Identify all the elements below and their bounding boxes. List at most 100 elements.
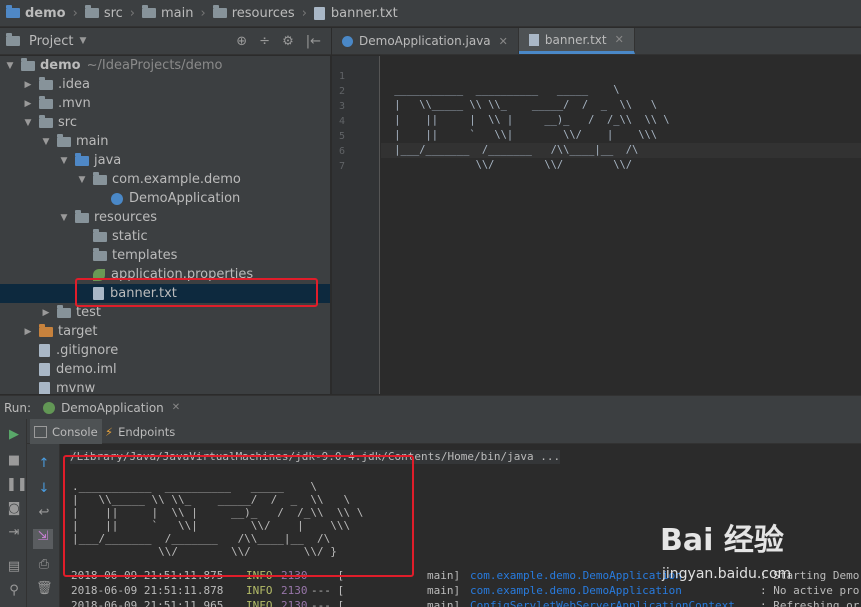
gear-icon[interactable]: ⚙ [282,34,294,49]
breadcrumb: demo › src › main › resources › banner.txt [0,0,861,27]
project-icon [6,33,20,46]
tree-item[interactable]: ▶ .mvn [0,94,330,113]
breadcrumb-item[interactable]: demo › [6,5,85,21]
tree-item[interactable]: ▼ main [0,132,330,151]
baidu-watermark-logo: Bai 经验 [660,523,784,558]
log-sep: --- [ [311,584,345,597]
project-path: ~/IdeaProjects/demo [86,58,223,73]
trash-icon[interactable]: 🗑 [36,581,53,597]
tree-item[interactable]: ▶ .idea [0,75,330,94]
tree-item[interactable]: ▼ com.example.demo [0,170,330,189]
arrow-up-icon[interactable]: ↑ [36,456,52,472]
tree-item-label: demo.iml [56,362,117,377]
log-thread: main] [427,569,461,582]
tree-item[interactable]: .gitignore [0,341,330,360]
pin-icon[interactable]: ⚲ [6,583,22,599]
code-line: | || ` \\| \\/ | \\\ [388,129,657,141]
highlight-box-console-banner [63,455,414,577]
tree-item-label: main [76,134,109,149]
stop-icon[interactable]: ■ [6,453,22,469]
breadcrumb-item[interactable]: resources › [212,5,314,21]
chevron-down-icon[interactable]: ▼ [22,118,34,128]
log-time: 2018-06-09 21:51:11.878 [71,584,224,597]
chevron-right-icon: › [129,5,135,21]
folder-icon [75,209,89,223]
tree-item[interactable]: ▼ demo ~/IdeaProjects/demo [0,56,330,75]
tab-endpoints[interactable]: ⚡ Endpoints [105,419,175,444]
rerun-icon[interactable]: ▶ [6,427,22,443]
chevron-down-icon[interactable]: ▼ [58,213,70,223]
tab-console[interactable]: Console [30,419,102,444]
log-time: 2018-06-09 21:51:11.965 [71,599,224,607]
tree-item[interactable]: DemoApplication [0,189,330,208]
chevron-right-icon[interactable]: ▶ [40,308,52,318]
code-line: | || | \\ | __)_ / /_\\ \\ \ [388,114,670,126]
baidu-watermark-url: jingyan.baidu.com [662,566,792,582]
editor-tab[interactable]: banner.txt ✕ [518,28,635,54]
chevron-down-icon[interactable]: ▼ [40,137,52,147]
log-logger: com.example.demo.DemoApplication [470,569,682,582]
chevron-down-icon[interactable]: ▼ [58,156,70,166]
folder-icon [84,5,99,18]
tree-item-label: java [94,153,122,168]
line-number-gutter: 1 2 3 4 5 6 7 [332,56,380,394]
tree-item[interactable]: ▼ src [0,113,330,132]
endpoints-icon: ⚡ [105,424,114,439]
close-icon[interactable]: ✕ [615,33,624,46]
soft-wrap-icon[interactable]: ↩ [36,505,52,521]
run-label: Run: [4,400,32,415]
code-line: |___/_______ /_______ /\\____|__ /\ [388,144,639,156]
pause-icon[interactable]: ❚❚ [6,477,28,493]
tree-item-label: templates [112,248,178,263]
tree-item[interactable]: ▶ target [0,322,330,341]
line-number: 4 [338,116,345,127]
close-icon[interactable]: ✕ [172,402,180,413]
chevron-right-icon[interactable]: ▶ [22,99,34,109]
layout-icon[interactable]: ▤ [6,559,22,575]
folder-icon [39,76,53,90]
folder-icon [142,5,156,18]
locate-icon[interactable]: ⊕ [236,34,247,49]
breadcrumb-item[interactable]: main › [142,5,213,21]
collapse-icon[interactable]: ÷ [259,34,270,49]
exit-icon[interactable]: ⇥ [6,525,22,541]
tree-item[interactable]: mvnw [0,379,330,394]
breadcrumb-item[interactable]: banner.txt [313,6,398,21]
chevron-right-icon: › [301,5,307,21]
run-sub-tabs: Console ⚡ Endpoints [0,419,861,444]
editor-tab[interactable]: DemoApplication.java ✕ [332,28,519,54]
print-icon[interactable]: ⎙ [36,557,52,573]
hide-icon[interactable]: |← [306,34,321,49]
chevron-down-icon[interactable]: ▼ [79,36,86,46]
folder-icon [39,95,53,109]
folder-icon [57,304,71,318]
chevron-right-icon[interactable]: ▶ [22,80,34,90]
log-pid: 2130 [281,599,308,607]
tree-item[interactable]: templates [0,246,330,265]
chevron-right-icon[interactable]: ▶ [22,327,34,337]
log-level: INFO [246,599,273,607]
chevron-down-icon[interactable]: ▼ [76,175,88,185]
line-number: 6 [338,146,345,157]
scroll-to-end-icon[interactable]: ⇲ [33,529,53,549]
class-icon [111,192,123,205]
breadcrumb-item[interactable]: src › [84,5,142,21]
folder-icon [93,228,107,242]
project-view-selector[interactable]: Project [29,34,73,49]
arrow-down-icon[interactable]: ↓ [36,481,52,497]
chevron-right-icon: › [72,5,78,21]
log-logger: ConfigServletWebServerApplicationContext [470,599,735,607]
tree-item[interactable]: demo.iml [0,360,330,379]
editor-tabs: DemoApplication.java ✕ banner.txt ✕ [332,28,861,55]
folder-icon [39,323,53,337]
tree-item-label: demo [40,58,81,73]
tree-item[interactable]: ▼ java [0,151,330,170]
close-icon[interactable]: ✕ [499,35,508,48]
chevron-down-icon[interactable]: ▼ [4,61,16,71]
camera-icon[interactable]: ◙ [6,501,22,517]
chevron-right-icon: › [200,5,206,21]
file-icon [313,6,325,20]
tree-item[interactable]: static [0,227,330,246]
tree-item[interactable]: ▼ resources [0,208,330,227]
run-config-tab[interactable]: DemoApplication [61,401,164,415]
